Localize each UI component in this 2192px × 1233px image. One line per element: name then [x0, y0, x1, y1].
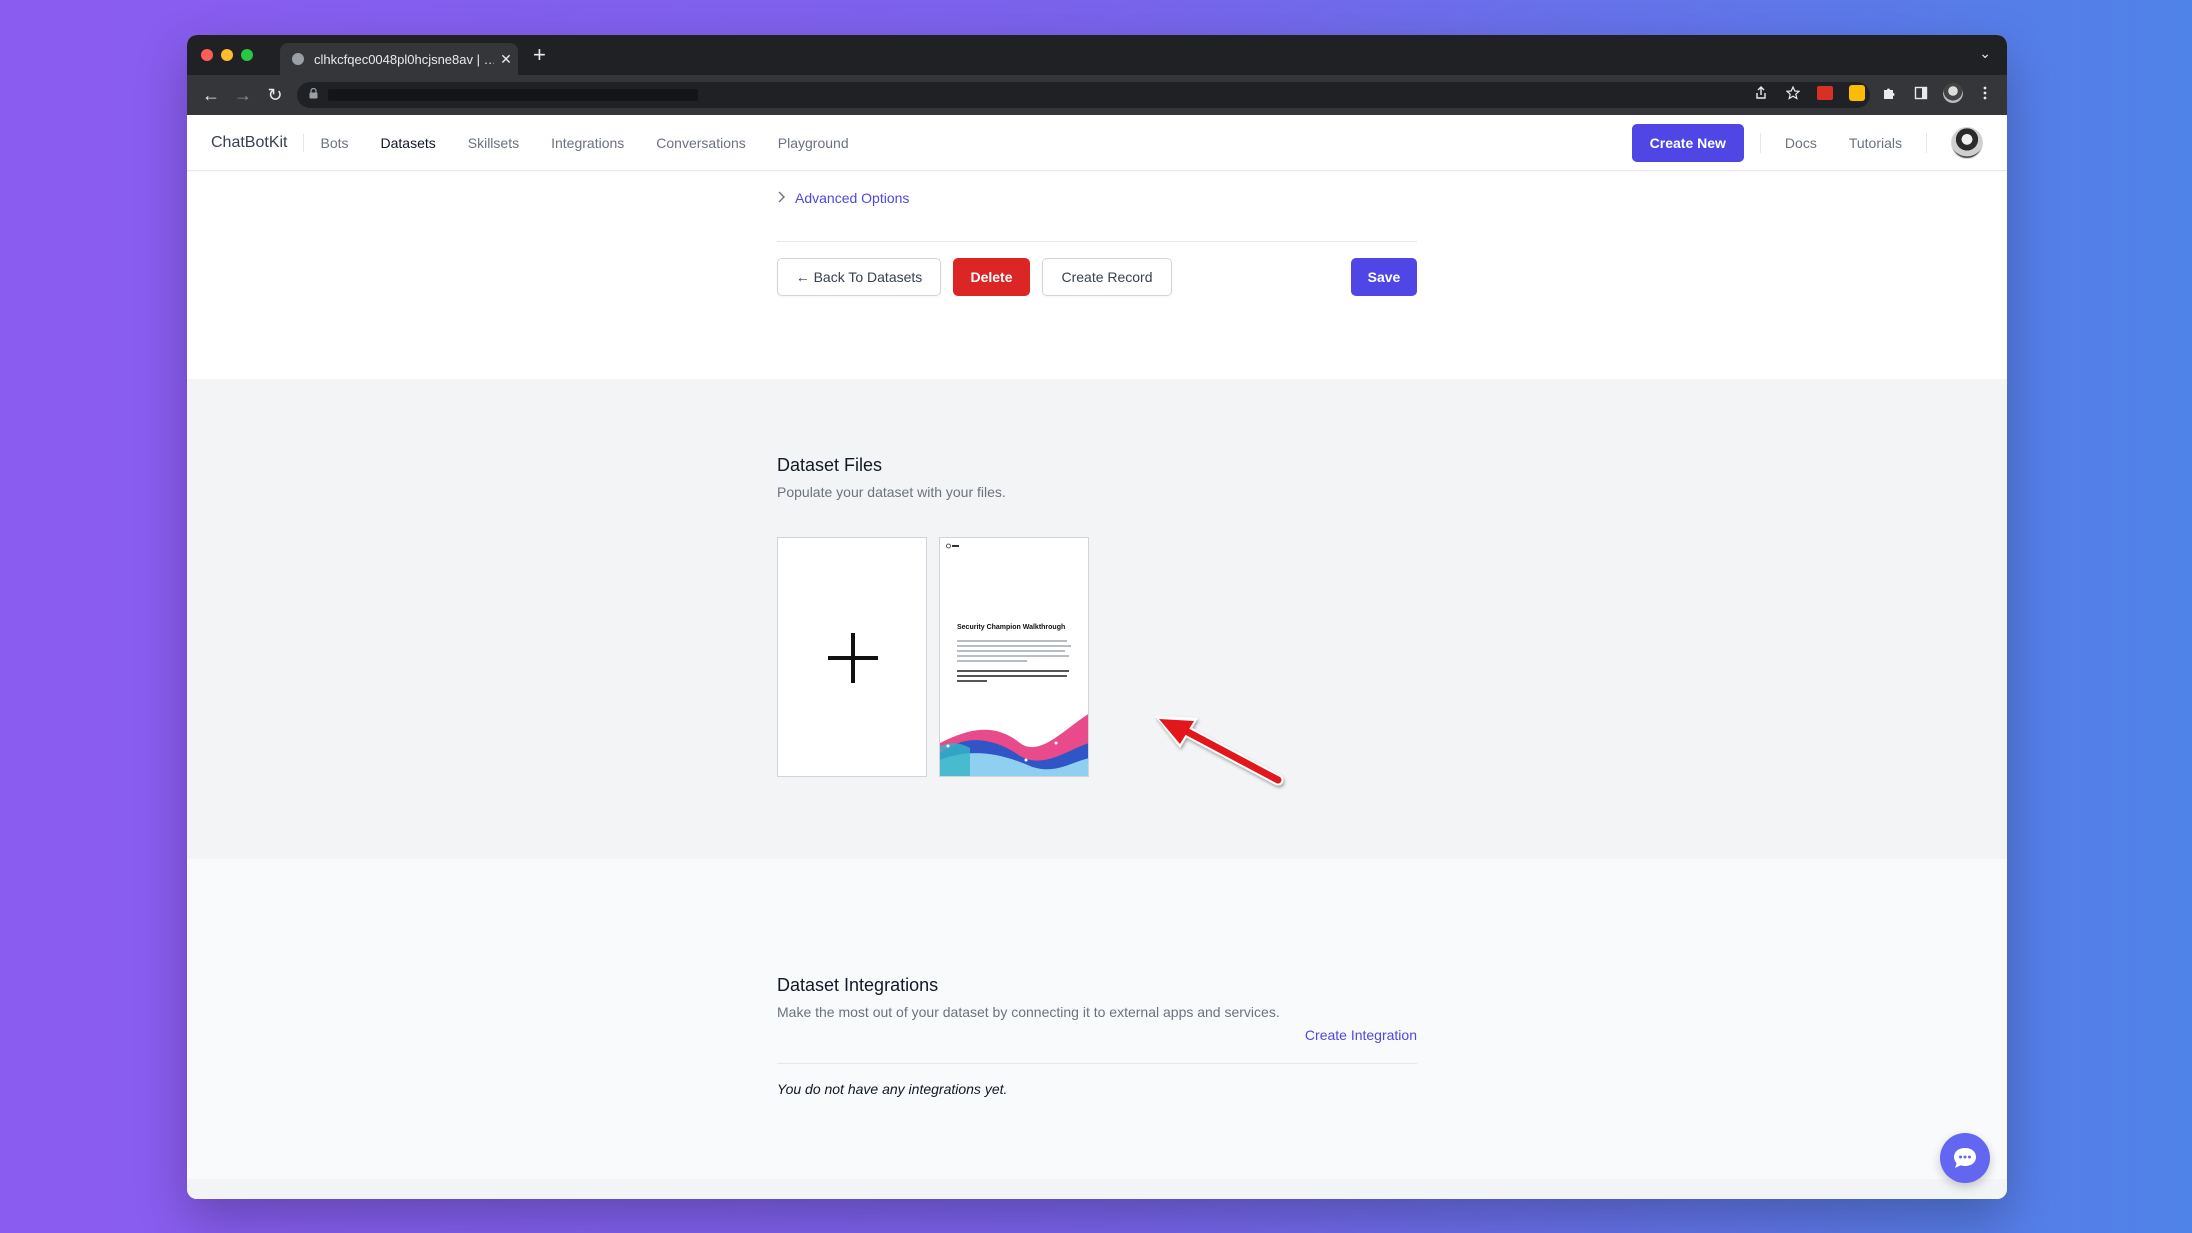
integrations-divider — [777, 1063, 1417, 1064]
doc-text-line — [957, 645, 1071, 647]
delete-button[interactable]: Delete — [953, 258, 1030, 296]
doc-wave-graphic — [940, 698, 1088, 776]
app-header: ChatBotKit Bots Datasets Skillsets Integ… — [187, 115, 2007, 171]
favicon-icon — [292, 53, 304, 65]
nav-bots[interactable]: Bots — [320, 135, 348, 151]
toolbar-icons — [1751, 83, 1995, 103]
nav-skillsets[interactable]: Skillsets — [468, 135, 519, 151]
extension-red-icon[interactable] — [1815, 83, 1835, 103]
browser-toolbar: ← → ↻ — [187, 75, 2007, 115]
doc-text-line — [957, 640, 1067, 642]
reload-icon[interactable]: ↻ — [259, 85, 291, 106]
header-separator — [1759, 132, 1761, 153]
nav-conversations[interactable]: Conversations — [656, 135, 746, 151]
address-bar[interactable] — [297, 82, 1870, 108]
page-footer-strip — [187, 1179, 2007, 1199]
nav-integrations[interactable]: Integrations — [551, 135, 624, 151]
advanced-options-label: Advanced Options — [795, 190, 910, 206]
lock-icon — [309, 87, 318, 102]
bookmark-star-icon[interactable] — [1783, 83, 1803, 103]
minimize-window-button[interactable] — [221, 49, 233, 61]
tab-title: clhkcfqec0048pl0hcjsne8av | … — [314, 51, 494, 67]
dataset-integrations-title: Dataset Integrations — [777, 975, 939, 995]
share-icon[interactable] — [1751, 83, 1771, 103]
dataset-files-title: Dataset Files — [777, 455, 883, 475]
chat-bubble-icon[interactable] — [1940, 1133, 1990, 1183]
dataset-integrations-section: Dataset Integrations Make the most out o… — [187, 859, 2007, 1179]
nav-datasets[interactable]: Datasets — [381, 135, 436, 151]
advanced-options-toggle[interactable]: Advanced Options — [777, 190, 909, 206]
extension-yellow-icon[interactable] — [1847, 83, 1867, 103]
docs-link[interactable]: Docs — [1785, 135, 1817, 151]
dataset-files-section: Dataset Files Populate your dataset with… — [187, 379, 2007, 859]
side-panel-icon[interactable] — [1911, 83, 1931, 103]
nav-playground[interactable]: Playground — [778, 135, 849, 151]
browser-tab[interactable]: clhkcfqec0048pl0hcjsne8av | … ✕ — [280, 43, 518, 75]
plus-icon — [828, 633, 878, 683]
save-button[interactable]: Save — [1351, 258, 1417, 296]
doc-text-line — [957, 675, 1067, 677]
close-window-button[interactable] — [201, 49, 213, 61]
redacted-url — [328, 89, 698, 101]
tutorials-link[interactable]: Tutorials — [1849, 135, 1902, 151]
back-to-datasets-button[interactable]: ← Back To Datasets — [777, 258, 941, 296]
file-card-title: Security Champion Walkthrough — [957, 624, 1066, 631]
brand-logo[interactable]: ChatBotKit — [211, 133, 305, 152]
browser-titlebar: clhkcfqec0048pl0hcjsne8av | … ✕ + ⌄ — [187, 35, 2007, 75]
tab-close-icon[interactable]: ✕ — [494, 51, 518, 68]
no-integrations-message: You do not have any integrations yet. — [777, 1081, 1008, 1097]
dataset-form-section: Advanced Options ← Back To Datasets Dele… — [187, 172, 2007, 379]
user-avatar[interactable] — [1951, 126, 1983, 159]
add-file-card[interactable] — [777, 537, 927, 777]
annotation-arrow-icon — [1155, 716, 1284, 786]
profile-avatar-icon[interactable] — [1943, 83, 1963, 103]
doc-text-line — [957, 660, 1027, 662]
back-icon[interactable]: ← — [195, 85, 227, 106]
dataset-integrations-subtitle: Make the most out of your dataset by con… — [777, 1004, 1280, 1020]
doc-text-line — [957, 680, 987, 682]
create-integration-link[interactable]: Create Integration — [1305, 1027, 1417, 1043]
extensions-puzzle-icon[interactable] — [1879, 83, 1899, 103]
form-divider — [777, 241, 1417, 242]
doc-text-line — [957, 650, 1065, 652]
browser-menu-icon[interactable] — [1975, 83, 1995, 103]
doc-logo-icon — [946, 543, 960, 551]
browser-window: clhkcfqec0048pl0hcjsne8av | … ✕ + ⌄ ← → … — [187, 35, 2007, 1199]
tab-search-icon[interactable]: ⌄ — [1979, 45, 1991, 62]
doc-text-line — [957, 670, 1069, 672]
doc-text-line — [957, 655, 1069, 657]
new-tab-button[interactable]: + — [533, 43, 546, 67]
file-card[interactable]: Security Champion Walkthrough — [939, 537, 1089, 777]
header-separator — [1926, 132, 1927, 153]
create-record-button[interactable]: Create Record — [1042, 258, 1172, 296]
chevron-right-icon — [777, 190, 785, 206]
dataset-files-subtitle: Populate your dataset with your files. — [777, 484, 1006, 500]
maximize-window-button[interactable] — [241, 49, 253, 61]
header-right: Create New Docs Tutorials — [1631, 123, 1983, 162]
forward-icon[interactable]: → — [227, 85, 259, 106]
create-new-button[interactable]: Create New — [1631, 123, 1744, 162]
